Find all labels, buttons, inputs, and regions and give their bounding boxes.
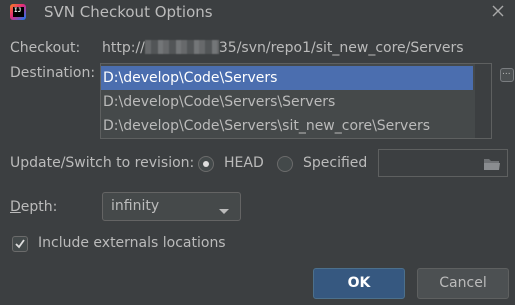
checkout-label: Checkout:	[10, 40, 81, 56]
specified-radio[interactable]	[277, 156, 293, 172]
depth-label-mnemonic: D	[10, 199, 21, 215]
browse-button-label: ...	[502, 67, 511, 77]
checkout-url: http:// 35/svn/repo1/sit_new_core/Servers	[102, 40, 464, 56]
scrollbar[interactable]	[475, 64, 491, 138]
checkout-url-prefix: http://	[102, 40, 145, 56]
checkout-url-suffix: 35/svn/repo1/sit_new_core/Servers	[218, 40, 464, 56]
ok-button[interactable]: OK	[313, 268, 405, 299]
app-icon-text: IJ	[13, 7, 24, 17]
revision-label: Update/Switch to revision:	[10, 155, 195, 171]
chevron-down-icon	[218, 204, 230, 220]
checkmark-icon	[15, 239, 25, 249]
depth-value: infinity	[111, 198, 160, 214]
depth-dropdown[interactable]: infinity	[102, 192, 241, 221]
close-icon[interactable]	[489, 2, 507, 20]
include-externals-checkbox[interactable]	[12, 236, 28, 252]
head-radio[interactable]	[198, 156, 214, 172]
head-radio-label[interactable]: HEAD	[224, 155, 264, 171]
intellij-icon: IJ	[10, 4, 26, 20]
title-bar: IJ SVN Checkout Options	[0, 0, 515, 26]
depth-label-rest: epth:	[20, 199, 58, 215]
destination-option[interactable]: D:\develop\Code\Servers\Servers	[101, 90, 473, 114]
destination-option[interactable]: D:\develop\Code\Servers\sit_new_core\Ser…	[101, 114, 473, 138]
folder-icon	[483, 157, 501, 175]
destination-browse-button[interactable]: ...	[500, 67, 514, 82]
destination-option[interactable]: D:\develop\Code\Servers	[101, 66, 473, 90]
revision-field	[378, 149, 508, 177]
include-externals-label[interactable]: Include externals locations	[38, 235, 226, 251]
redacted-host	[144, 40, 219, 54]
cancel-button[interactable]: Cancel	[417, 268, 509, 299]
specified-radio-label[interactable]: Specified	[303, 155, 367, 171]
destination-label: Destination:	[10, 65, 96, 81]
dialog-title: SVN Checkout Options	[44, 3, 213, 21]
destination-list[interactable]: D:\develop\Code\Servers D:\develop\Code\…	[100, 63, 492, 139]
depth-label: Depth:	[10, 199, 57, 215]
